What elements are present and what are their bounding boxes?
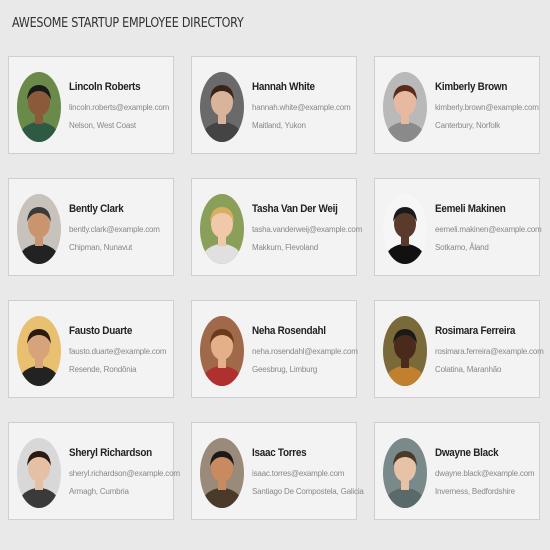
employee-name: Fausto Duarte xyxy=(69,325,133,337)
employee-location: Canterbury, Norfolk xyxy=(435,121,500,130)
avatar xyxy=(200,438,244,508)
avatar xyxy=(383,438,427,508)
employee-name: Sheryl Richardson xyxy=(69,447,152,459)
employee-card[interactable]: Kimberly Brown kimberly.brown@example.com… xyxy=(374,56,540,154)
avatar xyxy=(17,316,61,386)
employee-location: Maitland, Yukon xyxy=(252,121,306,130)
employee-grid: Lincoln Roberts lincoln.roberts@example.c… xyxy=(8,56,544,520)
avatar xyxy=(200,316,244,386)
employee-card[interactable]: Lincoln Roberts lincoln.roberts@example.c… xyxy=(8,56,174,154)
employee-card[interactable]: Rosimara Ferreira rosimara.ferreira@examp… xyxy=(374,300,544,398)
employee-card[interactable]: Eemeli Makinen eemeli.makinen@example.com… xyxy=(374,178,542,276)
employee-name: Tasha Van Der Weij xyxy=(252,203,338,215)
avatar xyxy=(200,194,244,264)
employee-email: fausto.duarte@example.com xyxy=(69,347,167,356)
employee-email: isaac.torres@example.com xyxy=(252,469,345,478)
employee-email: sheryl.richardson@example.com xyxy=(69,469,180,478)
employee-email: eemeli.makinen@example.com xyxy=(435,225,542,234)
employee-card[interactable]: Bently Clark bently.clark@example.com Chip… xyxy=(8,178,174,276)
avatar xyxy=(383,72,427,142)
employee-location: Makkum, Flevoland xyxy=(252,243,318,252)
employee-email: neha.rosendahl@example.com xyxy=(252,347,358,356)
employee-location: Sotkamo, Åland xyxy=(435,243,489,252)
directory-page: AWESOME STARTUP EMPLOYEE DIRECTORY Linco… xyxy=(0,0,550,550)
avatar xyxy=(383,194,427,264)
employee-name: Eemeli Makinen xyxy=(435,203,506,215)
employee-card[interactable]: Neha Rosendahl neha.rosendahl@example.com… xyxy=(191,300,358,398)
employee-card[interactable]: Fausto Duarte fausto.duarte@example.com Re… xyxy=(8,300,174,398)
employee-name: Kimberly Brown xyxy=(435,81,508,93)
employee-card[interactable]: Dwayne Black dwayne.black@example.com Inve… xyxy=(374,422,540,520)
employee-location: Armagh, Cumbria xyxy=(69,487,129,496)
employee-email: kimberly.brown@example.com xyxy=(435,103,539,112)
avatar xyxy=(200,72,244,142)
employee-location: Geesbrug, Limburg xyxy=(252,365,318,374)
employee-email: lincoln.roberts@example.com xyxy=(69,103,170,112)
employee-name: Dwayne Black xyxy=(435,447,499,459)
employee-email: dwayne.black@example.com xyxy=(435,469,535,478)
employee-card[interactable]: Hannah White hannah.white@example.com Mait… xyxy=(191,56,357,154)
employee-location: Inverness, Bedfordshire xyxy=(435,487,515,496)
avatar xyxy=(17,72,61,142)
employee-location: Colatina, Maranhão xyxy=(435,365,502,374)
employee-email: bently.clark@example.com xyxy=(69,225,160,234)
employee-location: Resende, Rondônia xyxy=(69,365,137,374)
employee-name: Neha Rosendahl xyxy=(252,325,326,337)
page-title: AWESOME STARTUP EMPLOYEE DIRECTORY xyxy=(12,16,244,31)
employee-email: tasha.vanderweij@example.com xyxy=(252,225,363,234)
employee-name: Isaac Torres xyxy=(252,447,307,459)
employee-card[interactable]: Isaac Torres isaac.torres@example.com Sant… xyxy=(191,422,364,520)
employee-name: Rosimara Ferreira xyxy=(435,325,516,337)
employee-location: Nelson, West Coast xyxy=(69,121,136,130)
employee-location: Chipman, Nunavut xyxy=(69,243,133,252)
employee-email: rosimara.ferreira@example.com xyxy=(435,347,544,356)
avatar xyxy=(17,194,61,264)
avatar xyxy=(17,438,61,508)
employee-card[interactable]: Sheryl Richardson sheryl.richardson@examp… xyxy=(8,422,180,520)
employee-name: Bently Clark xyxy=(69,203,124,215)
employee-name: Hannah White xyxy=(252,81,315,93)
avatar xyxy=(383,316,427,386)
employee-card[interactable]: Tasha Van Der Weij tasha.vanderweij@examp… xyxy=(191,178,362,276)
employee-name: Lincoln Roberts xyxy=(69,81,141,93)
employee-location: Santiago De Compostela, Galicia xyxy=(252,487,364,496)
employee-email: hannah.white@example.com xyxy=(252,103,351,112)
